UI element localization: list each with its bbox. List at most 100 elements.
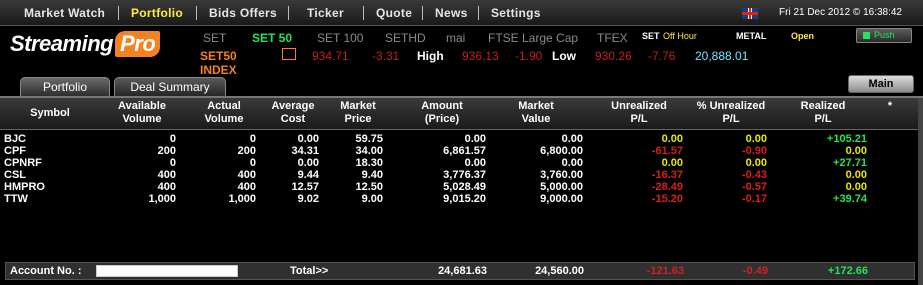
logo-pro-badge: Pro [115, 31, 161, 57]
cell-available-volume: 200 [157, 145, 176, 157]
menu-bids-offers[interactable]: Bids Offers [209, 6, 277, 20]
menu-divider [288, 6, 289, 20]
index-tab-tfex[interactable]: TFEX [597, 31, 628, 45]
quote-last: 934.71 [312, 49, 349, 63]
cell-pct-unrealized-pl: -0.17 [741, 193, 767, 205]
menu-divider [196, 6, 197, 20]
cell-realized-pl: +105.21 [826, 133, 867, 145]
cell-available-volume: 400 [157, 181, 176, 193]
table-row[interactable]: HMPRO 400 400 12.57 12.50 5,028.49 5,000.00 -28… [0, 181, 918, 193]
index-tab-ftse[interactable]: FTSE Large Cap [488, 31, 578, 45]
vertical-scrollbar[interactable] [918, 98, 923, 285]
cell-pct-unrealized-pl: -0.57 [741, 181, 767, 193]
total-pct-unrealized-pl: -0.49 [742, 265, 768, 277]
push-button-label: Push [874, 30, 895, 40]
table-row[interactable]: TTW 1,000 1,000 9.02 9.00 9,015.20 9,000.00 -15… [0, 193, 918, 205]
menu-quote[interactable]: Quote [376, 6, 412, 20]
column-header-symbol[interactable]: Symbol [0, 107, 100, 120]
cell-available-volume: 400 [157, 169, 176, 181]
cell-actual-volume: 200 [237, 145, 256, 157]
cell-amount-price: 0.00 [464, 157, 486, 169]
cell-market-price: 18.30 [355, 157, 383, 169]
cell-market-value: 6,800.00 [540, 145, 583, 157]
cell-amount-price: 5,028.49 [443, 181, 486, 193]
cell-unrealized-pl: 0.00 [661, 157, 683, 169]
quote-index-name: SET50 INDEX [200, 49, 237, 77]
cell-average-cost: 9.44 [297, 169, 319, 181]
column-header-realized-pl[interactable]: Realized P/L [782, 100, 864, 126]
total-label: Total>> [290, 265, 329, 277]
cell-average-cost: 0.00 [297, 133, 319, 145]
column-header-actual-volume[interactable]: Actual Volume [186, 100, 262, 126]
column-header-amount-price[interactable]: Amount (Price) [402, 100, 482, 126]
quote-low-label: Low [552, 49, 576, 63]
cell-actual-volume: 400 [237, 181, 256, 193]
cell-market-price: 34.00 [355, 145, 383, 157]
menu-news[interactable]: News [435, 6, 468, 20]
cell-average-cost: 34.31 [291, 145, 319, 157]
column-header-pct-unrealized-pl[interactable]: % Unrealized P/L [688, 100, 774, 126]
push-button[interactable]: Push [856, 28, 912, 43]
column-header-market-price[interactable]: Market Price [330, 100, 386, 126]
cell-amount-price: 0.00 [464, 133, 486, 145]
index-tab-mai[interactable]: mai [446, 31, 465, 45]
column-header-unrealized-pl[interactable]: Unrealized P/L [596, 100, 682, 126]
menu-ticker[interactable]: Ticker [307, 6, 344, 20]
menu-settings[interactable]: Settings [491, 6, 541, 20]
quote-low-change: -7.76 [648, 49, 676, 63]
cell-market-value: 9,000.00 [540, 193, 583, 205]
cell-available-volume: 1,000 [148, 193, 176, 205]
main-button[interactable]: Main [848, 75, 914, 93]
portfolio-table-header: Symbol Available Volume Actual Volume Aver… [0, 98, 918, 130]
cell-actual-volume: 1,000 [228, 193, 256, 205]
top-menu-bar: Market Watch Portfolio Bids Offers Ticke… [0, 0, 923, 26]
cell-amount-price: 6,861.57 [443, 145, 486, 157]
total-market-value: 24,560.00 [535, 265, 584, 277]
set-market-status: Off Hour [663, 31, 697, 41]
index-tab-sethd[interactable]: SETHD [385, 31, 426, 45]
date-time-display: Fri 21 Dec 2012 © 16:38:42 [779, 7, 902, 18]
table-row[interactable]: BJC 0 0 0.00 59.75 0.00 0.00 0.00 0.00 +105.21 [0, 133, 918, 145]
table-row[interactable]: CPF 200 200 34.31 34.00 6,861.57 6,800.00 -61.5… [0, 145, 918, 157]
cell-symbol: TTW [4, 193, 28, 205]
cell-average-cost: 9.02 [297, 193, 319, 205]
table-row[interactable]: CSL 400 400 9.44 9.40 3,776.37 3,760.00 -16.37 -… [0, 169, 918, 181]
cell-symbol: HMPRO [4, 181, 45, 193]
cell-realized-pl: 0.00 [845, 181, 867, 193]
cell-actual-volume: 400 [237, 169, 256, 181]
column-header-market-value[interactable]: Market Value [498, 100, 574, 126]
logo-text: Streaming [10, 31, 114, 56]
set-market-label: SET [642, 31, 660, 41]
account-number-label: Account No. : [10, 265, 82, 277]
menu-market-watch[interactable]: Market Watch [24, 6, 105, 20]
tab-portfolio[interactable]: Portfolio [20, 77, 110, 97]
table-row[interactable]: CPNRF 0 0 0.00 18.30 0.00 0.00 0.00 0.00 +27.71 [0, 157, 918, 169]
cell-unrealized-pl: -28.49 [651, 181, 683, 193]
menu-divider [118, 6, 119, 20]
cell-amount-price: 3,776.37 [443, 169, 486, 181]
cell-realized-pl: 0.00 [845, 145, 867, 157]
cell-symbol: BJC [4, 133, 27, 145]
column-header-star[interactable]: * [880, 100, 900, 113]
cell-pct-unrealized-pl: 0.00 [745, 133, 767, 145]
account-number-input[interactable] [96, 265, 238, 277]
cell-unrealized-pl: 0.00 [661, 133, 683, 145]
total-unrealized-pl: -121.63 [646, 265, 684, 277]
quote-change: -3.31 [372, 49, 400, 63]
cell-available-volume: 0 [169, 133, 176, 145]
column-header-available-volume[interactable]: Available Volume [102, 100, 182, 126]
cell-realized-pl: 0.00 [845, 169, 867, 181]
index-tab-set[interactable]: SET [203, 31, 226, 45]
menu-portfolio[interactable]: Portfolio [131, 6, 183, 20]
column-header-average-cost[interactable]: Average Cost [262, 100, 324, 126]
push-status-led-icon [863, 32, 870, 39]
quote-high: 936.13 [462, 49, 499, 63]
chart-trend-icon[interactable] [282, 48, 296, 60]
cell-available-volume: 0 [169, 157, 176, 169]
cell-actual-volume: 0 [249, 133, 256, 145]
cell-market-value: 3,760.00 [540, 169, 583, 181]
uk-flag-icon[interactable] [742, 8, 758, 19]
index-tab-set50[interactable]: SET 50 [252, 31, 292, 45]
tab-deal-summary[interactable]: Deal Summary [114, 77, 226, 97]
index-tab-set100[interactable]: SET 100 [317, 31, 363, 45]
